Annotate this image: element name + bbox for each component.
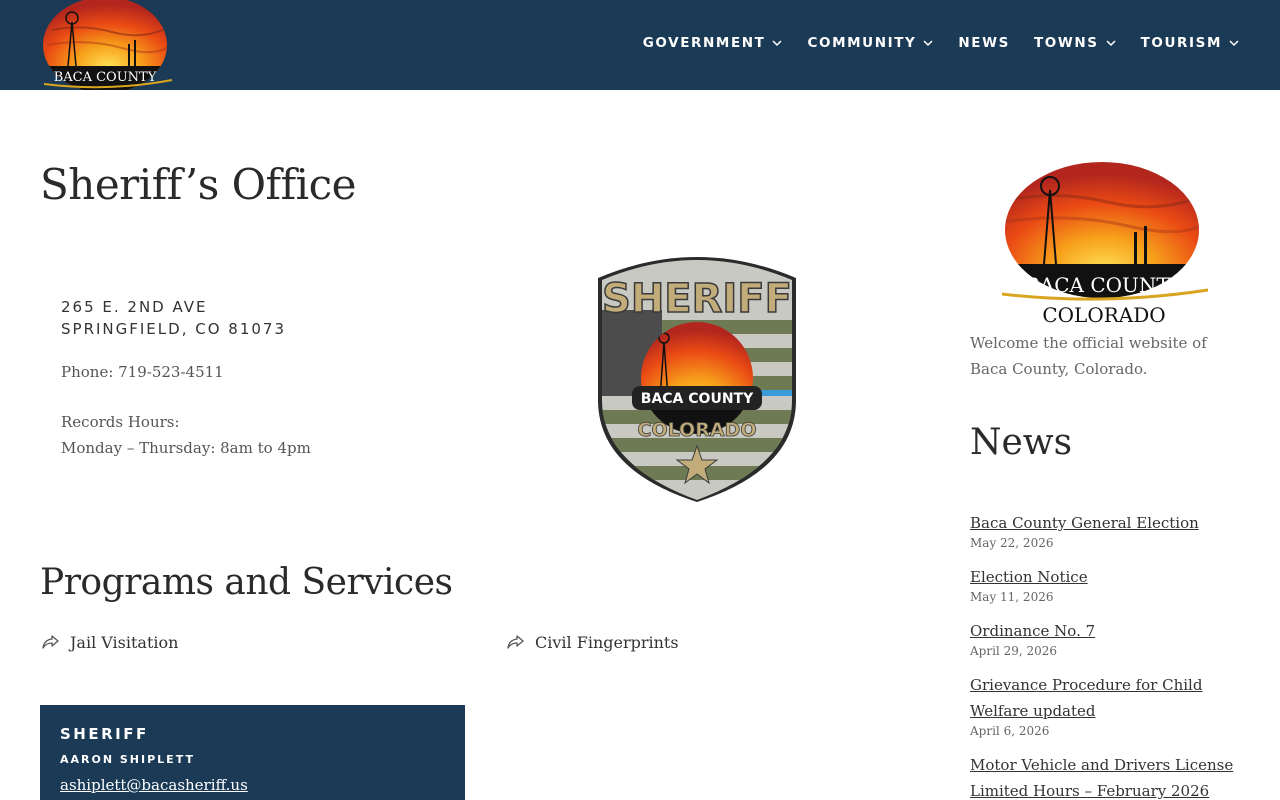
chevron-down-icon xyxy=(1229,40,1239,47)
news-item: Baca County General Election May 22, 202… xyxy=(970,510,1240,550)
chevron-down-icon xyxy=(923,40,933,47)
svg-text:BACA COUNTY: BACA COUNTY xyxy=(54,70,157,85)
hours-value: Monday – Thursday: 8am to 4pm xyxy=(61,439,311,457)
program-link-civil-fingerprints[interactable]: Civil Fingerprints xyxy=(505,632,679,652)
news-title: News xyxy=(970,422,1073,463)
program-link-jail-visitation[interactable]: Jail Visitation xyxy=(40,632,178,652)
baca-county-logo[interactable]: BACA COUNTY xyxy=(42,0,174,90)
news-date: May 22, 2026 xyxy=(970,536,1054,550)
program-label: Civil Fingerprints xyxy=(535,632,679,652)
news-link[interactable]: Election Notice xyxy=(970,564,1240,590)
nav-news[interactable]: NEWS xyxy=(958,35,1010,51)
news-link[interactable]: Ordinance No. 7 xyxy=(970,618,1240,644)
news-list: Baca County General Election May 22, 202… xyxy=(970,510,1240,800)
nav-towns[interactable]: TOWNS xyxy=(1034,35,1117,51)
share-arrow-icon xyxy=(42,635,59,649)
sheriff-email-link[interactable]: ashiplett@bacasheriff.us xyxy=(60,776,445,794)
office-address: 265 E. 2ND AVE SPRINGFIELD, CO 81073 xyxy=(61,296,286,340)
share-arrow-icon xyxy=(507,635,524,649)
office-phone: Phone: 719-523-4511 xyxy=(61,363,224,381)
news-link[interactable]: Baca County General Election xyxy=(970,510,1240,536)
nav-label: COMMUNITY xyxy=(807,35,917,51)
hours-label: Records Hours: xyxy=(61,413,180,431)
programs-title: Programs and Services xyxy=(40,562,453,603)
svg-text:BACA COUNTY: BACA COUNTY xyxy=(641,391,754,407)
news-date: May 11, 2026 xyxy=(970,590,1054,604)
news-date: April 29, 2026 xyxy=(970,644,1058,658)
chevron-down-icon xyxy=(772,40,783,47)
sheriff-name: AARON SHIPLETT xyxy=(60,753,195,766)
welcome-text: Welcome the official website of Baca Cou… xyxy=(970,334,1207,378)
news-link[interactable]: Motor Vehicle and Drivers License Limite… xyxy=(970,752,1240,800)
page-title: Sheriff’s Office xyxy=(40,160,356,209)
nav-community[interactable]: COMMUNITY xyxy=(807,35,934,51)
nav-label: TOWNS xyxy=(1033,35,1099,51)
svg-text:SHERIFF: SHERIFF xyxy=(602,276,792,322)
nav-government[interactable]: GOVERNMENT xyxy=(643,35,784,51)
nav-label: TOURISM xyxy=(1140,35,1222,51)
chevron-down-icon xyxy=(1106,40,1116,47)
news-item: Motor Vehicle and Drivers License Limite… xyxy=(970,752,1240,800)
records-hours: Records Hours: Monday – Thursday: 8am to… xyxy=(61,409,311,461)
sheriff-contact-card: SHERIFF AARON SHIPLETT ashiplett@bacashe… xyxy=(40,705,465,800)
baca-county-colorado-logo: BACA COUNTY COLORADO xyxy=(1001,162,1209,327)
site-header: BACA COUNTY GOVERNMENT COMMUNITY NEWS TO… xyxy=(0,0,1280,90)
address-line-1: 265 E. 2ND AVE xyxy=(61,298,208,316)
address-line-2: SPRINGFIELD, CO 81073 xyxy=(61,320,286,338)
news-item: Election Notice May 11, 2026 xyxy=(970,564,1240,604)
news-date: April 6, 2026 xyxy=(970,724,1050,738)
sheriff-badge-image: SHERIFF BACA COUNTY COLORADO xyxy=(598,257,796,502)
sheriff-title: SHERIFF xyxy=(60,725,149,743)
nav-tourism[interactable]: TOURISM xyxy=(1141,35,1240,51)
news-link[interactable]: Grievance Procedure for Child Welfare up… xyxy=(970,672,1240,724)
program-label: Jail Visitation xyxy=(70,632,179,652)
nav-label: GOVERNMENT xyxy=(642,35,766,51)
news-item: Ordinance No. 7 April 29, 2026 xyxy=(970,618,1240,658)
main-nav: GOVERNMENT COMMUNITY NEWS TOWNS TOURISM xyxy=(643,35,1240,51)
svg-text:COLORADO: COLORADO xyxy=(638,419,757,441)
svg-text:COLORADO: COLORADO xyxy=(1042,303,1165,327)
nav-label: NEWS xyxy=(958,35,1010,51)
news-item: Grievance Procedure for Child Welfare up… xyxy=(970,672,1240,738)
svg-text:BACA COUNTY: BACA COUNTY xyxy=(1025,273,1184,297)
